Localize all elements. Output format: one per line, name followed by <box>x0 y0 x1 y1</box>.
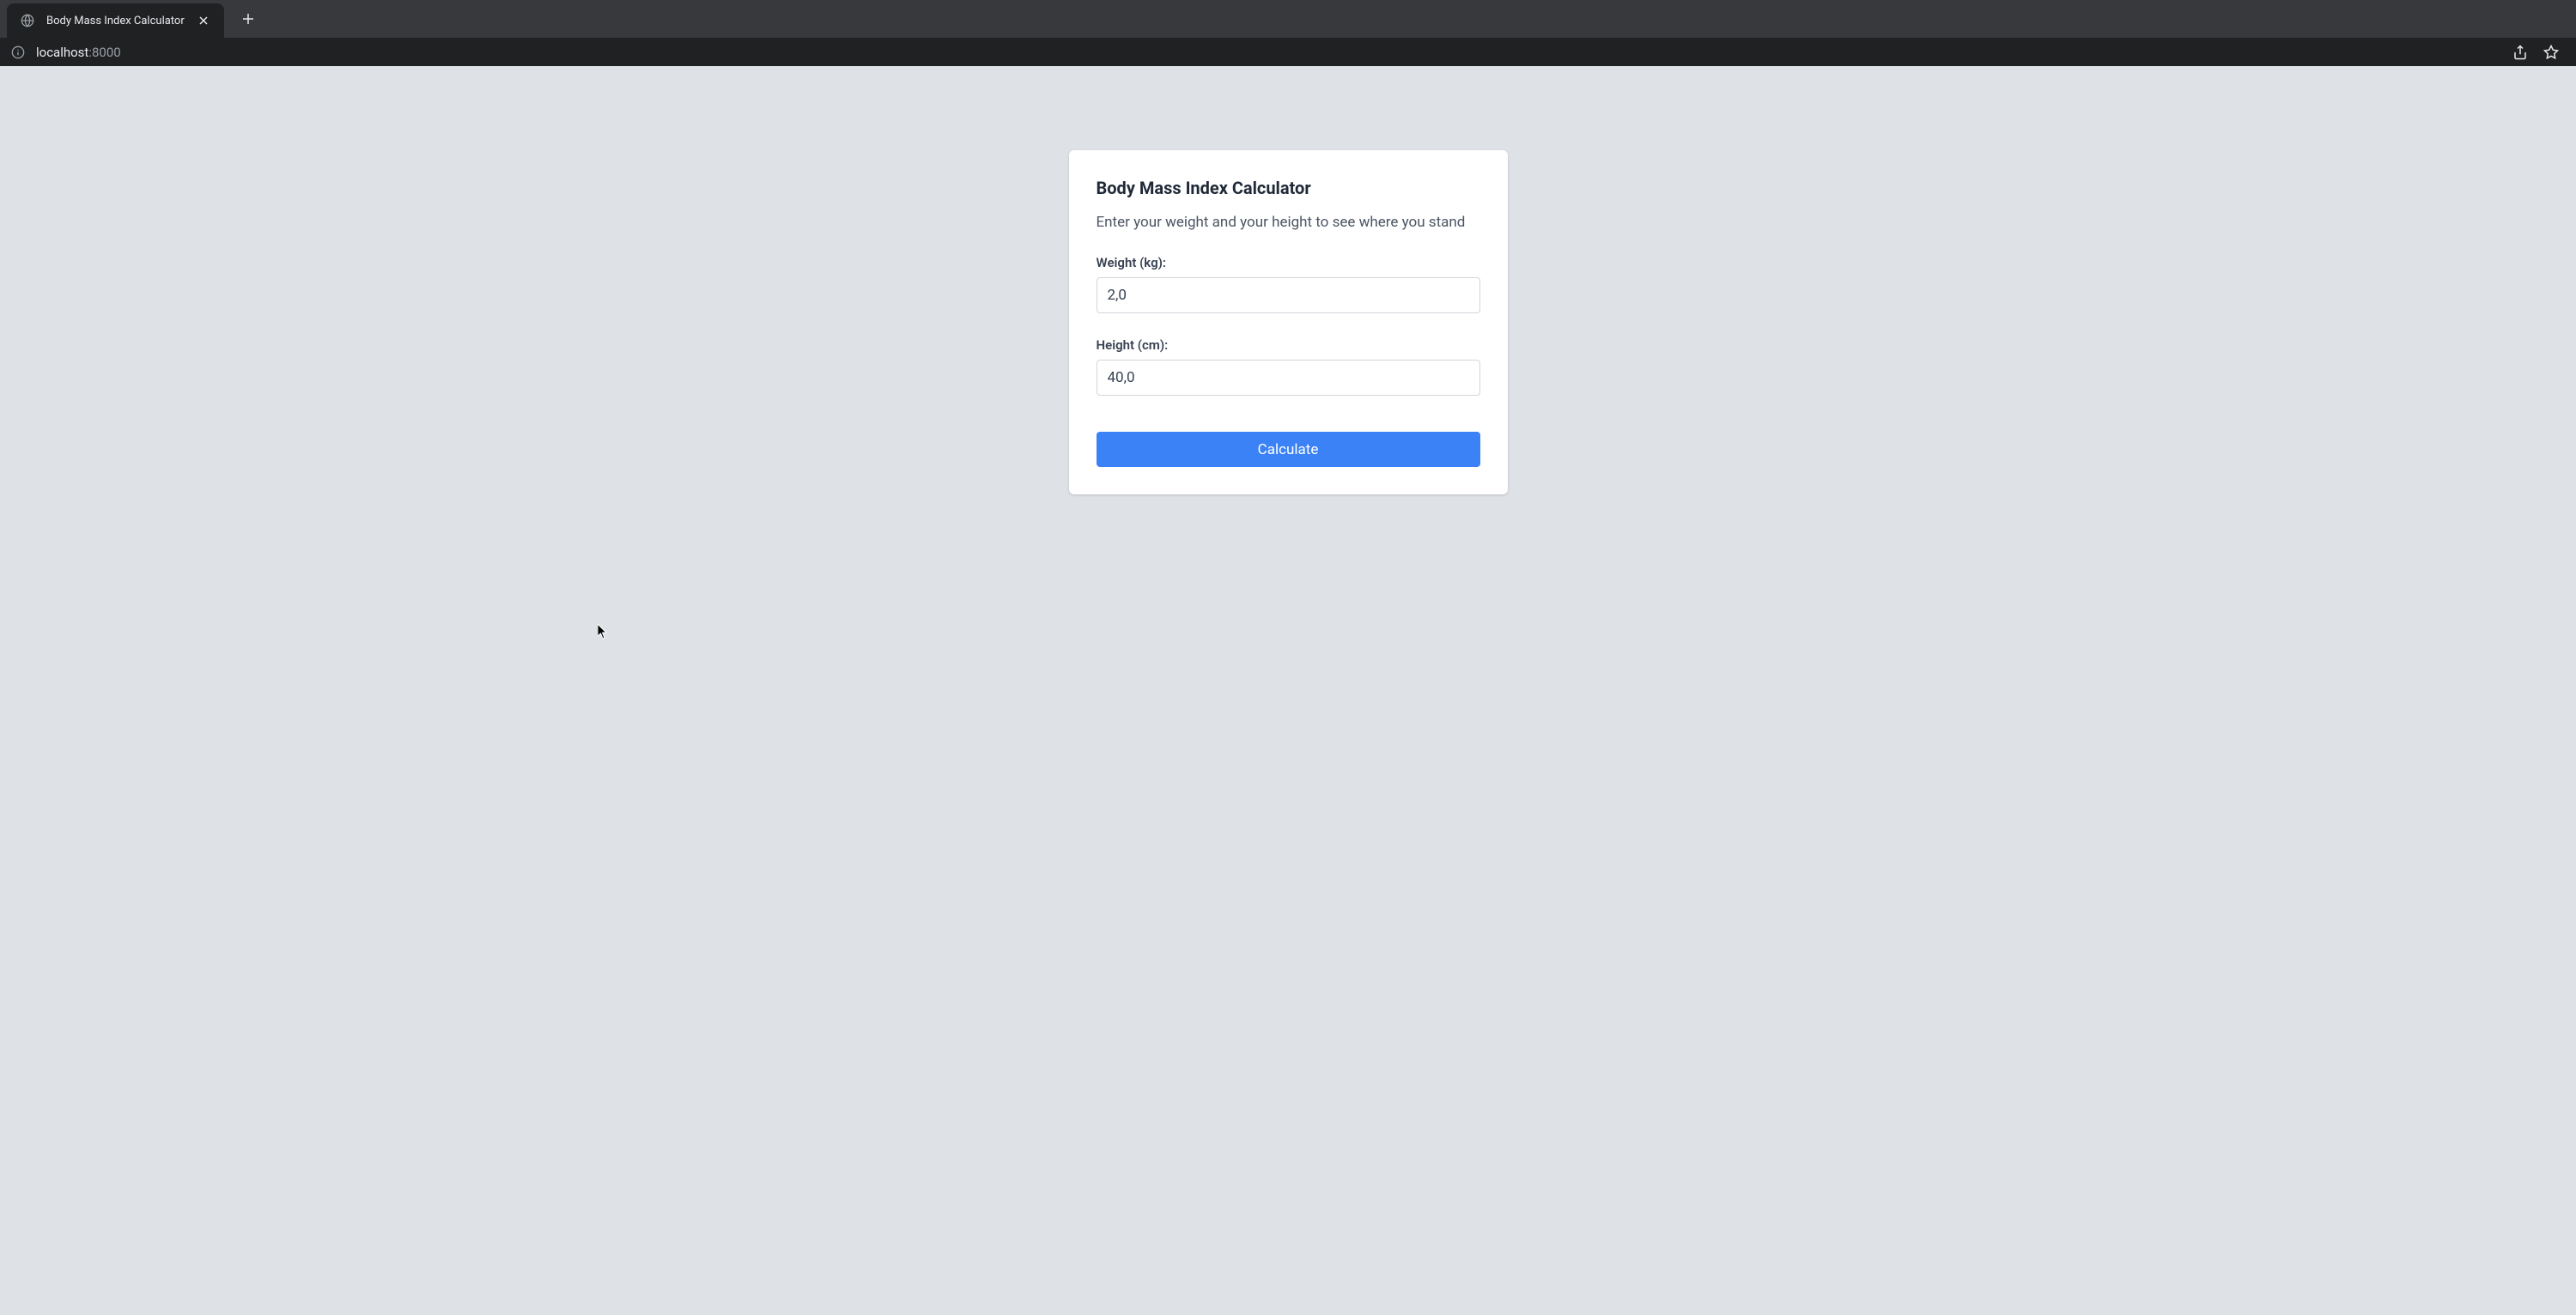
url-input[interactable]: localhost:8000 <box>36 45 2502 60</box>
browser-chrome: Body Mass Index Calculator localhost:800… <box>0 0 2576 66</box>
height-field: Height (cm): <box>1097 337 1480 396</box>
address-actions <box>2512 45 2566 60</box>
weight-field: Weight (kg): <box>1097 255 1480 313</box>
url-host: localhost <box>36 45 88 60</box>
height-input[interactable] <box>1097 360 1480 396</box>
page-viewport: Body Mass Index Calculator Enter your we… <box>0 66 2576 1315</box>
browser-tab[interactable]: Body Mass Index Calculator <box>7 3 224 38</box>
share-icon[interactable] <box>2512 45 2528 60</box>
globe-icon <box>21 14 34 27</box>
bmi-card: Body Mass Index Calculator Enter your we… <box>1069 150 1508 494</box>
card-title: Body Mass Index Calculator <box>1097 178 1480 198</box>
site-info-icon[interactable] <box>10 45 26 60</box>
close-icon[interactable] <box>197 14 210 27</box>
url-port: :8000 <box>88 45 120 60</box>
card-subtitle: Enter your weight and your height to see… <box>1097 214 1480 231</box>
weight-label: Weight (kg): <box>1097 255 1480 270</box>
weight-input[interactable] <box>1097 277 1480 313</box>
bookmark-star-icon[interactable] <box>2543 45 2559 60</box>
tab-title: Body Mass Index Calculator <box>46 15 185 27</box>
calculate-button[interactable]: Calculate <box>1097 432 1480 467</box>
new-tab-button[interactable] <box>236 7 260 31</box>
tab-bar: Body Mass Index Calculator <box>0 0 2576 38</box>
height-label: Height (cm): <box>1097 337 1480 353</box>
address-bar: localhost:8000 <box>0 38 2576 66</box>
